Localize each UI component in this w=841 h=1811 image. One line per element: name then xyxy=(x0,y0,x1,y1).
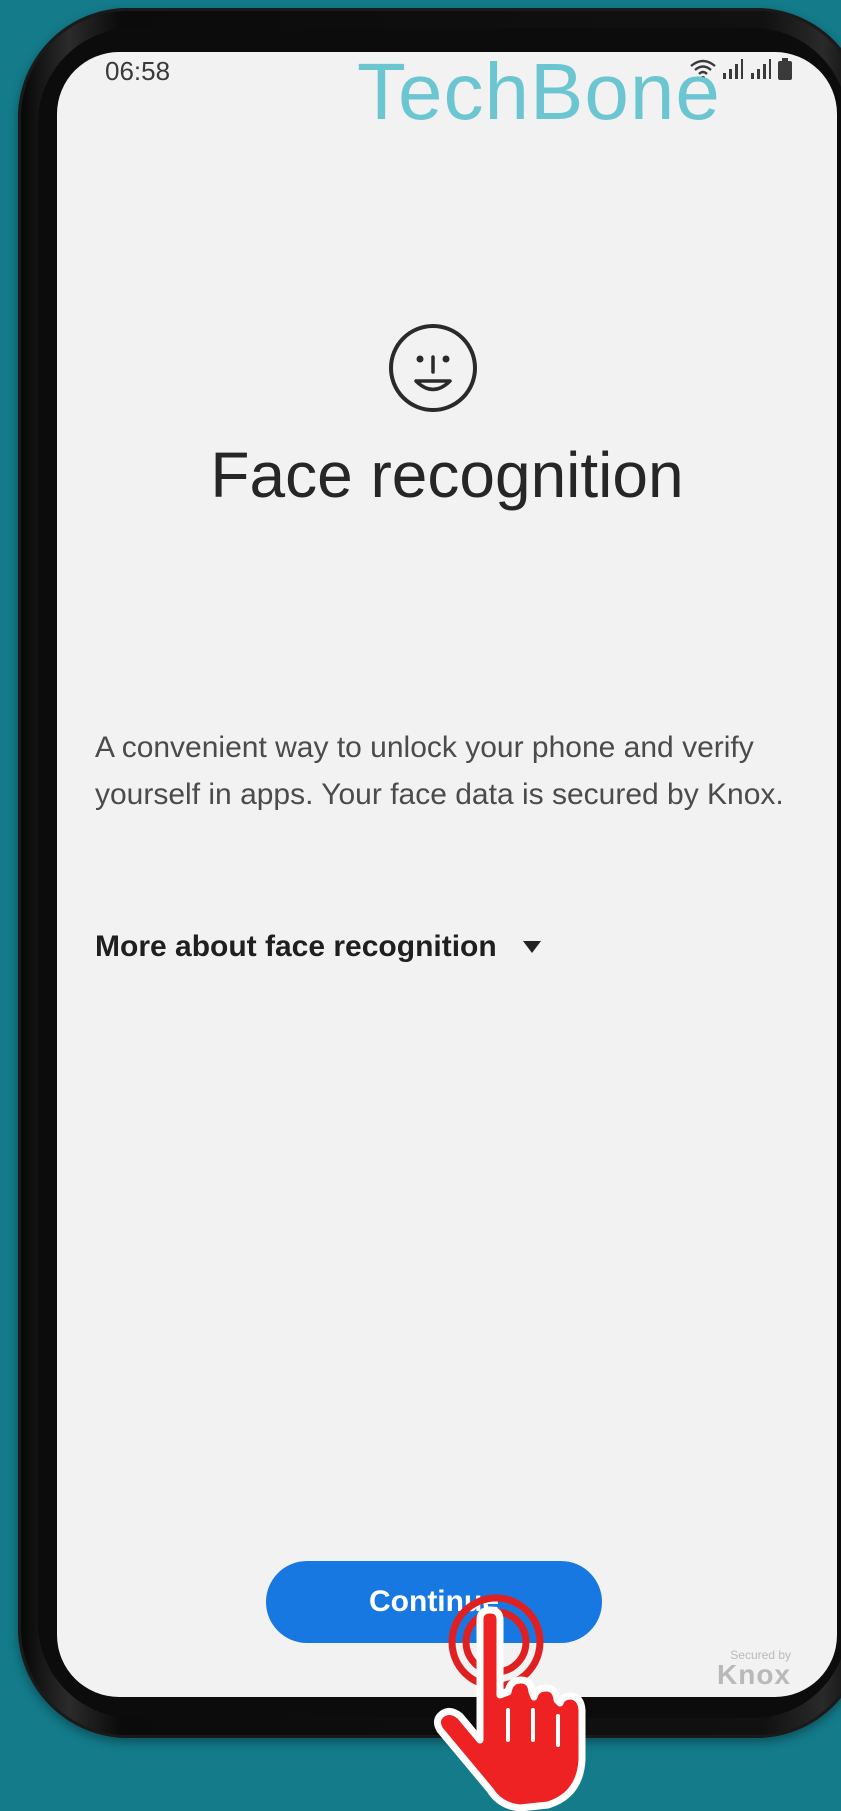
face-smile-icon xyxy=(389,324,477,412)
description-text: A convenient way to unlock your phone an… xyxy=(95,731,784,811)
signal-icon xyxy=(723,59,743,79)
more-about-label: More about face recognition xyxy=(95,930,497,963)
signal-icon xyxy=(751,59,771,79)
tap-hand-icon xyxy=(433,1594,586,1811)
watermark: TechBone xyxy=(357,52,721,136)
battery-icon xyxy=(778,58,792,80)
phone-screen: 06:58 TechBone Face recognition A conven… xyxy=(57,52,837,1697)
status-time: 06:58 xyxy=(105,56,171,86)
page-title: Face recognition xyxy=(210,439,684,511)
knox-badge: Secured by Knox xyxy=(717,1649,791,1689)
triangle-down-icon xyxy=(522,941,541,953)
more-about-toggle[interactable]: More about face recognition xyxy=(95,930,541,964)
knox-badge-big: Knox xyxy=(717,1659,791,1690)
